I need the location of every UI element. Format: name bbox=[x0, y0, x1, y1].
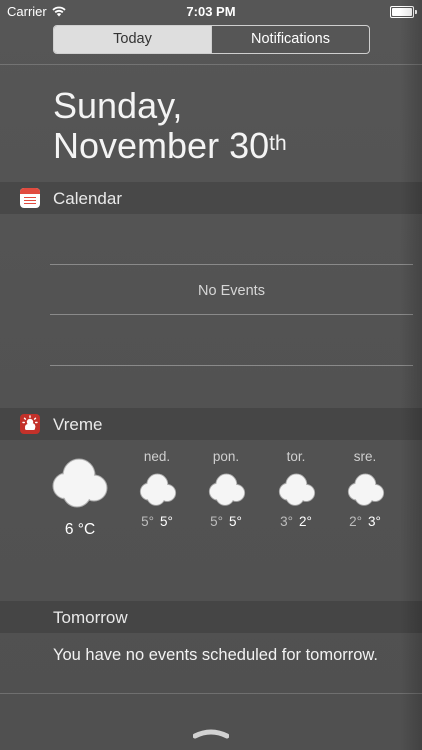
divider bbox=[0, 693, 422, 694]
view-switcher: Today Notifications bbox=[53, 25, 370, 54]
tomorrow-section-header[interactable]: Tomorrow bbox=[0, 601, 422, 633]
divider bbox=[0, 64, 422, 65]
forecast-temps: 5° 5° bbox=[191, 514, 261, 529]
forecast-low: 5° bbox=[210, 514, 223, 529]
cloud-icon bbox=[52, 458, 108, 508]
forecast-day: tor. bbox=[286, 449, 306, 464]
cloud-icon bbox=[139, 473, 177, 506]
forecast-day: sre. bbox=[353, 449, 377, 464]
battery-icon bbox=[390, 6, 417, 18]
forecast-low: 2° bbox=[349, 514, 362, 529]
grabber-handle[interactable] bbox=[193, 727, 229, 739]
forecast-high: 2° bbox=[299, 514, 312, 529]
forecast-temps: 3° 2° bbox=[261, 514, 331, 529]
forecast-low: 5° bbox=[141, 514, 154, 529]
status-bar: Carrier 7:03 PM bbox=[0, 0, 422, 22]
tab-notifications[interactable]: Notifications bbox=[211, 26, 369, 53]
tab-today[interactable]: Today bbox=[54, 26, 211, 53]
calendar-divider bbox=[50, 264, 413, 265]
calendar-divider bbox=[50, 365, 413, 366]
cloud-icon bbox=[208, 473, 246, 506]
forecast-temps: 5° 5° bbox=[122, 514, 192, 529]
no-events-label: No Events bbox=[198, 283, 265, 299]
forecast-high: 5° bbox=[160, 514, 173, 529]
forecast-day: ned. bbox=[143, 449, 171, 464]
forecast-temps: 2° 3° bbox=[330, 514, 400, 529]
forecast-high: 3° bbox=[368, 514, 381, 529]
calendar-icon bbox=[20, 188, 40, 208]
month-day-line: November 30th bbox=[53, 126, 287, 166]
tomorrow-title: Tomorrow bbox=[53, 608, 128, 627]
cloud-icon bbox=[347, 473, 385, 506]
current-temperature: 6 °C bbox=[64, 521, 96, 538]
forecast-high: 5° bbox=[229, 514, 242, 529]
day-suffix: th bbox=[269, 132, 287, 155]
weather-app-icon bbox=[20, 414, 40, 434]
weekday-label: Sunday, bbox=[53, 85, 183, 126]
weather-title: Vreme bbox=[53, 415, 103, 434]
battery-fill bbox=[392, 8, 412, 16]
cloud-icon bbox=[278, 473, 316, 506]
month-day-label: November 30 bbox=[53, 125, 270, 166]
forecast-low: 3° bbox=[280, 514, 293, 529]
tomorrow-message: You have no events scheduled for tomorro… bbox=[53, 646, 379, 664]
status-time: 7:03 PM bbox=[186, 4, 236, 19]
weather-section-header[interactable]: Vreme bbox=[0, 408, 422, 440]
forecast-day: pon. bbox=[212, 449, 240, 464]
date-heading: Sunday, November 30th bbox=[53, 86, 287, 166]
calendar-section-header[interactable]: Calendar bbox=[0, 182, 422, 214]
edge-shade bbox=[400, 0, 422, 750]
calendar-title: Calendar bbox=[53, 189, 122, 208]
calendar-divider bbox=[50, 314, 413, 315]
